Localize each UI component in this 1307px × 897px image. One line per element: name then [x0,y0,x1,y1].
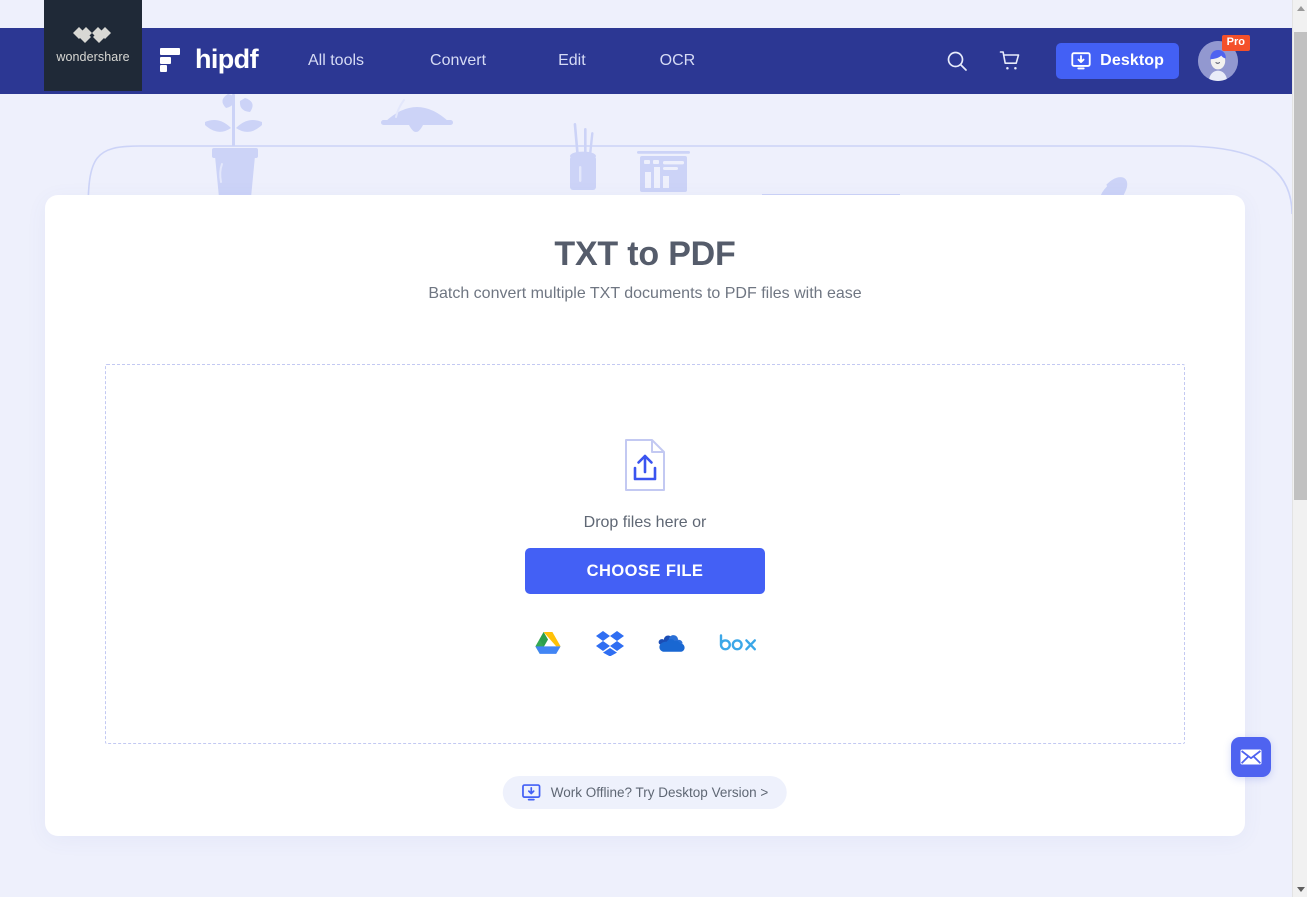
dropbox-button[interactable] [595,628,625,658]
scroll-down-button[interactable] [1293,881,1307,897]
scroll-up-button[interactable] [1293,0,1307,16]
contact-mail-button[interactable] [1231,737,1271,777]
wondershare-wordmark: wondershare [56,50,130,64]
page-title: TXT to PDF [554,235,736,273]
cloud-sources [533,628,757,658]
file-upload-icon [625,439,665,491]
hipdf-wordmark: hipdf [195,44,259,74]
onedrive-button[interactable] [657,628,687,658]
scrollbar-thumb[interactable] [1294,32,1307,500]
nav-right-cluster: Desktop Pro [940,28,1250,94]
page-content: wondershare hipdf All tools Convert Edit… [0,0,1292,897]
google-drive-icon [535,632,561,654]
hipdf-logo-icon [160,47,180,72]
vertical-scrollbar[interactable] [1292,0,1307,897]
choose-file-button[interactable]: CHOOSE FILE [525,548,765,594]
browser-viewport: wondershare hipdf All tools Convert Edit… [0,0,1307,897]
dropbox-icon [596,631,624,656]
pro-badge: Pro [1221,35,1250,51]
work-offline-label: Work Offline? Try Desktop Version > [550,785,769,800]
box-button[interactable] [719,628,757,658]
nav-link-ocr[interactable]: OCR [648,52,708,70]
cart-button[interactable] [994,44,1028,78]
user-avatar-button[interactable]: Pro [1198,35,1250,81]
hipdf-logo[interactable]: hipdf [160,44,259,74]
scroll-down-arrow-icon [1296,886,1305,892]
envelope-icon [1240,749,1262,765]
wondershare-logo[interactable]: wondershare [44,0,142,91]
google-drive-button[interactable] [533,628,563,658]
nav-links: All tools Convert Edit OCR [296,28,707,94]
onedrive-icon [658,635,685,652]
wondershare-w-icon [73,27,111,43]
nav-link-edit[interactable]: Edit [546,52,598,70]
desktop-download-button[interactable]: Desktop [1056,43,1179,79]
search-icon [947,51,968,71]
shopping-cart-icon [999,51,1020,70]
work-offline-button[interactable]: Work Offline? Try Desktop Version > [502,776,788,809]
tool-card: TXT to PDF Batch convert multiple TXT do… [45,195,1245,836]
download-to-monitor-icon [1071,52,1091,70]
box-icon [719,634,756,651]
nav-link-all-tools[interactable]: All tools [296,52,376,70]
nav-link-convert[interactable]: Convert [418,52,498,70]
page-subtitle: Batch convert multiple TXT documents to … [428,285,862,302]
desktop-button-label: Desktop [1100,52,1164,69]
file-dropzone[interactable]: Drop files here or CHOOSE FILE [105,364,1185,744]
search-button[interactable] [940,44,974,78]
dropzone-label: Drop files here or [583,514,707,531]
scroll-up-arrow-icon [1296,5,1305,11]
top-strip [0,0,1292,28]
download-to-monitor-icon [522,784,541,801]
